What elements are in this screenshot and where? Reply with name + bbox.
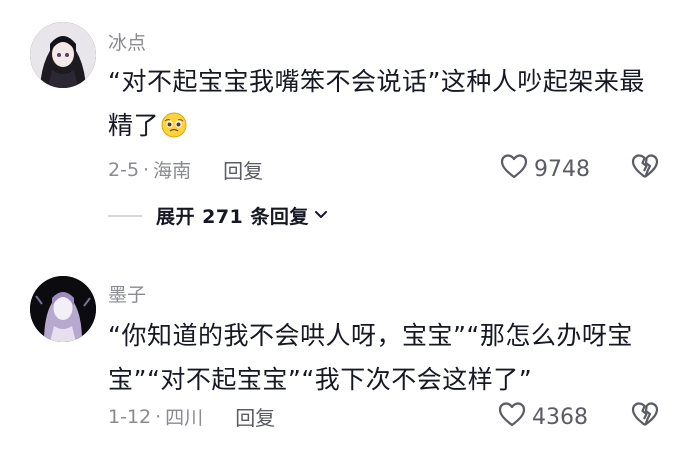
expand-replies-button[interactable]: 展开 271 条回复 xyxy=(108,202,329,229)
heart-icon xyxy=(498,401,532,433)
comment-meta: 1-12 · 四川 回复 xyxy=(108,402,275,431)
username[interactable]: 冰点 xyxy=(108,28,146,55)
comment-location: 四川 xyxy=(165,407,204,429)
comment-item: 墨子 “你知道的我不会哄人呀，宝宝”“那怎么办呀宝宝”“对不起宝宝”“我下次不会… xyxy=(0,262,690,454)
username[interactable]: 墨子 xyxy=(108,280,146,307)
like-count: 4368 xyxy=(532,404,588,430)
dislike-button[interactable] xyxy=(630,153,660,183)
comment-meta: 2-5 · 海南 回复 xyxy=(108,155,263,184)
comment-item: 冰点 “对不起宝宝我嘴笨不会说话”这种人吵起架来最精了 2-5 · 海南 回复 … xyxy=(0,0,690,250)
comment-text: “你知道的我不会哄人呀，宝宝”“那怎么办呀宝宝”“对不起宝宝”“我下次不会这样了… xyxy=(108,321,633,394)
heart-icon xyxy=(500,153,534,185)
reply-button[interactable]: 回复 xyxy=(235,402,275,431)
meta-separator: · xyxy=(143,158,150,181)
avatar[interactable] xyxy=(30,276,96,342)
comment-date: 2-5 xyxy=(108,158,140,181)
like-count: 9748 xyxy=(534,156,590,182)
broken-heart-icon xyxy=(630,154,660,183)
comment-location: 海南 xyxy=(153,160,192,182)
broken-heart-icon xyxy=(630,402,660,431)
expand-replies-label: 展开 271 条回复 xyxy=(156,206,309,228)
comment-date: 1-12 xyxy=(108,405,152,428)
avatar[interactable] xyxy=(30,22,96,88)
dislike-button[interactable] xyxy=(630,401,660,431)
like-button[interactable]: 4368 xyxy=(498,401,588,433)
reply-button[interactable]: 回复 xyxy=(223,155,263,184)
comment-text: “对不起宝宝我嘴笨不会说话”这种人吵起架来最精了 xyxy=(108,60,664,148)
comment-body: “对不起宝宝我嘴笨不会说话”这种人吵起架来最精了 xyxy=(108,67,645,140)
chevron-down-icon xyxy=(309,206,329,226)
divider xyxy=(108,214,142,217)
like-button[interactable]: 9748 xyxy=(500,153,590,185)
meta-separator: · xyxy=(155,405,162,428)
crying-face-emoji-icon xyxy=(161,108,187,138)
